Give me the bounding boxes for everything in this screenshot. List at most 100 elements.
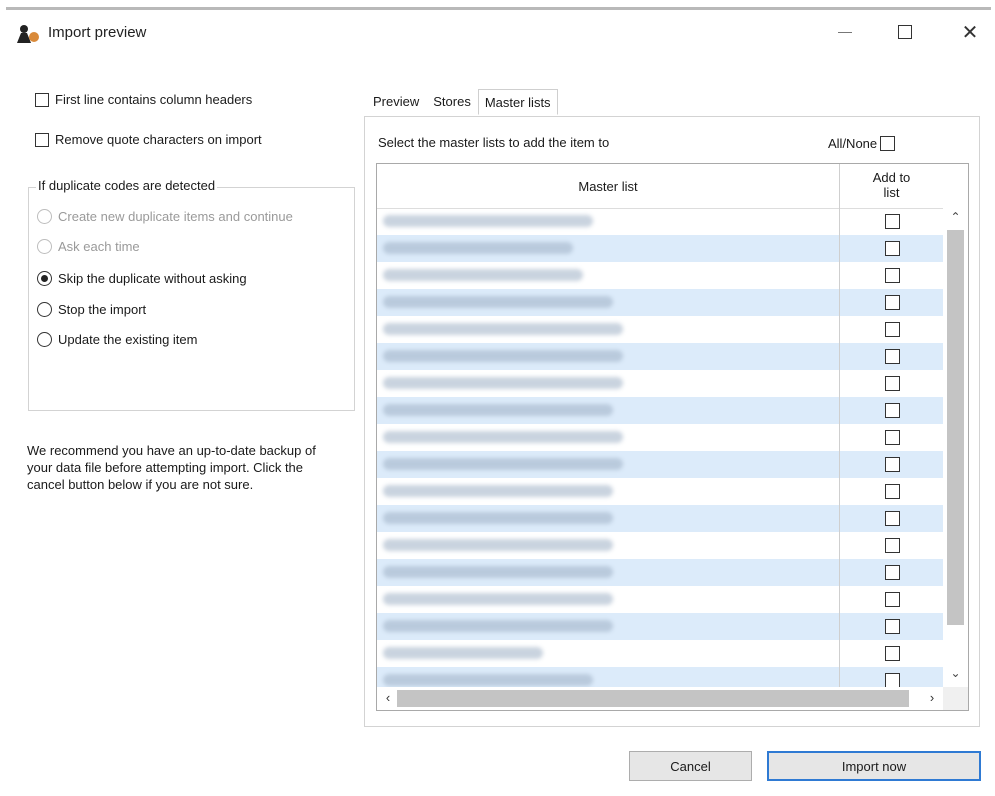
table-row[interactable] — [377, 478, 943, 505]
table-row[interactable] — [377, 559, 943, 586]
radio-button-selected[interactable] — [37, 271, 52, 286]
tab-preview[interactable]: Preview — [366, 88, 426, 114]
vertical-scroll-thumb[interactable] — [947, 230, 964, 625]
tab-master-lists[interactable]: Master lists — [477, 89, 558, 115]
column-header-master-list[interactable]: Master list — [377, 164, 839, 208]
radio-selected-dot — [41, 275, 48, 282]
radio-button[interactable] — [37, 302, 52, 317]
add-to-list-cell — [839, 451, 944, 478]
table-row[interactable] — [377, 235, 943, 262]
add-to-list-checkbox[interactable] — [884, 511, 900, 526]
add-to-list-checkbox[interactable] — [884, 619, 900, 634]
add-to-list-checkbox[interactable] — [884, 268, 900, 283]
vertical-scrollbar[interactable]: ⌃ ⌄ — [943, 208, 968, 687]
scrollbar-corner — [943, 687, 968, 710]
add-to-list-cell — [839, 640, 944, 667]
table-row[interactable] — [377, 451, 943, 478]
add-to-list-checkbox[interactable] — [884, 376, 900, 391]
title-bar: Import preview ✕ — [0, 10, 995, 54]
add-to-list-checkbox[interactable] — [884, 457, 900, 472]
scroll-left-icon[interactable]: ‹ — [379, 690, 397, 705]
add-to-list-cell — [839, 235, 944, 262]
table-row[interactable] — [377, 505, 943, 532]
add-to-list-checkbox[interactable] — [884, 241, 900, 256]
table-row[interactable] — [377, 613, 943, 640]
add-to-list-cell — [839, 532, 944, 559]
table-row[interactable] — [377, 397, 943, 424]
add-to-list-cell — [839, 289, 944, 316]
table-row[interactable] — [377, 586, 943, 613]
radio-stop-import[interactable]: Stop the import — [37, 302, 146, 317]
cancel-button[interactable]: Cancel — [629, 751, 752, 781]
table-row[interactable] — [377, 316, 943, 343]
table-row[interactable] — [377, 370, 943, 397]
scroll-up-icon[interactable]: ⌃ — [943, 210, 968, 224]
minimize-button[interactable] — [830, 18, 860, 46]
remove-quotes-checkbox[interactable] — [35, 132, 49, 147]
table-header: Master list Add to list — [377, 164, 968, 209]
radio-update-existing[interactable]: Update the existing item — [37, 332, 197, 347]
radio-ask-each-time[interactable]: Ask each time — [37, 239, 140, 254]
master-list-name-blurred — [383, 674, 593, 686]
all-none-toggle[interactable]: All/None — [828, 136, 896, 151]
radio-button[interactable] — [37, 209, 52, 224]
radio-label: Stop the import — [58, 302, 147, 317]
add-to-list-cell — [839, 370, 944, 397]
add-to-list-cell — [839, 586, 944, 613]
first-line-headers-checkbox[interactable] — [35, 92, 49, 107]
radio-create-duplicates[interactable]: Create new duplicate items and continue — [37, 209, 293, 224]
add-to-list-checkbox[interactable] — [884, 592, 900, 607]
master-list-name-blurred — [383, 485, 613, 497]
radio-button[interactable] — [37, 239, 52, 254]
master-list-name-blurred — [383, 647, 543, 659]
close-icon: ✕ — [961, 21, 979, 44]
all-none-checkbox[interactable] — [880, 136, 896, 151]
maximize-icon — [898, 25, 912, 39]
add-to-list-checkbox[interactable] — [884, 538, 900, 553]
add-to-list-cell — [839, 343, 944, 370]
master-lists-table: Master list Add to list ⌃ ⌄ ‹ › — [376, 163, 969, 711]
horizontal-scroll-thumb[interactable] — [397, 690, 909, 707]
master-list-name-blurred — [383, 215, 593, 227]
table-row[interactable] — [377, 208, 943, 235]
add-to-list-checkbox[interactable] — [884, 214, 900, 229]
add-to-list-checkbox[interactable] — [884, 646, 900, 661]
radio-label: Update the existing item — [58, 332, 198, 347]
first-line-headers-label: First line contains column headers — [55, 92, 253, 107]
table-row[interactable] — [377, 640, 943, 667]
radio-skip-duplicate[interactable]: Skip the duplicate without asking — [37, 271, 247, 286]
table-row[interactable] — [377, 532, 943, 559]
add-to-list-checkbox[interactable] — [884, 484, 900, 499]
table-body — [377, 208, 943, 694]
master-list-name-blurred — [383, 269, 583, 281]
first-line-headers-option[interactable]: First line contains column headers — [35, 92, 252, 107]
column-header-add-to-list[interactable]: Add to list — [839, 164, 943, 208]
add-to-list-checkbox[interactable] — [884, 322, 900, 337]
radio-label: Skip the duplicate without asking — [58, 271, 247, 286]
table-row[interactable] — [377, 343, 943, 370]
add-to-list-cell — [839, 208, 944, 235]
close-button[interactable]: ✕ — [955, 18, 985, 46]
horizontal-scrollbar[interactable]: ‹ › — [377, 687, 943, 710]
import-now-button[interactable]: Import now — [767, 751, 981, 781]
remove-quotes-option[interactable]: Remove quote characters on import — [35, 132, 262, 147]
backup-recommendation-note: We recommend you have an up-to-date back… — [27, 443, 316, 492]
radio-button[interactable] — [37, 332, 52, 347]
window-title: Import preview — [48, 24, 147, 41]
add-to-list-checkbox[interactable] — [884, 295, 900, 310]
scroll-right-icon[interactable]: › — [923, 690, 941, 705]
add-to-list-checkbox[interactable] — [884, 673, 900, 688]
add-to-list-checkbox[interactable] — [884, 430, 900, 445]
table-row[interactable] — [377, 262, 943, 289]
table-row[interactable] — [377, 289, 943, 316]
add-to-list-checkbox[interactable] — [884, 403, 900, 418]
add-to-list-checkbox[interactable] — [884, 565, 900, 580]
maximize-button[interactable] — [890, 18, 920, 46]
master-list-name-blurred — [383, 323, 623, 335]
tab-stores[interactable]: Stores — [426, 88, 478, 114]
table-row[interactable] — [377, 424, 943, 451]
add-to-list-checkbox[interactable] — [884, 349, 900, 364]
scroll-down-icon[interactable]: ⌄ — [943, 666, 968, 680]
app-logo-icon — [17, 25, 39, 43]
master-lists-instruction: Select the master lists to add the item … — [378, 135, 610, 150]
